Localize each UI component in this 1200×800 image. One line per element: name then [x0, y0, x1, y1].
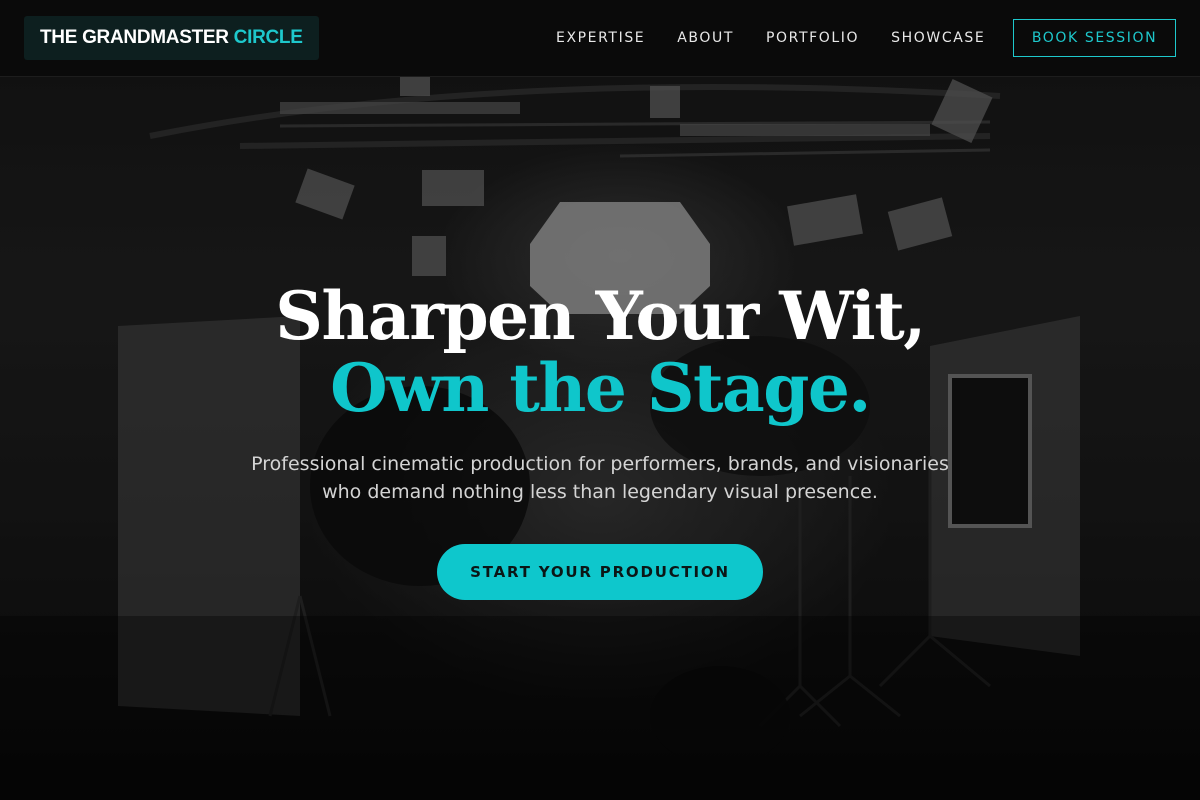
start-production-button[interactable]: START YOUR PRODUCTION — [437, 544, 763, 600]
book-session-button[interactable]: BOOK SESSION — [1013, 19, 1176, 57]
hero-subtitle: Professional cinematic production for pe… — [251, 453, 949, 503]
nav-link-portfolio[interactable]: PORTFOLIO — [766, 30, 859, 46]
nav-link-showcase[interactable]: SHOWCASE — [891, 30, 985, 46]
nav-link-expertise[interactable]: EXPERTISE — [556, 30, 645, 46]
hero-section: Sharpen Your Wit, Own the Stage. Profess… — [0, 280, 1200, 600]
brand-name-accent: CIRCLE — [233, 27, 303, 48]
primary-nav: EXPERTISE ABOUT PORTFOLIO SHOWCASE — [540, 0, 1001, 76]
brand-logo[interactable]: THE GRANDMASTER CIRCLE — [24, 16, 319, 60]
hero-headline: Sharpen Your Wit, Own the Stage. — [0, 280, 1200, 424]
hero-headline-line1: Sharpen Your Wit, — [275, 277, 926, 355]
brand-name-main: THE GRANDMASTER — [40, 27, 229, 48]
hero-headline-line2: Own the Stage. — [330, 349, 871, 427]
top-navbar: THE GRANDMASTER CIRCLE EXPERTISE ABOUT P… — [0, 0, 1200, 77]
nav-link-about[interactable]: ABOUT — [677, 30, 734, 46]
